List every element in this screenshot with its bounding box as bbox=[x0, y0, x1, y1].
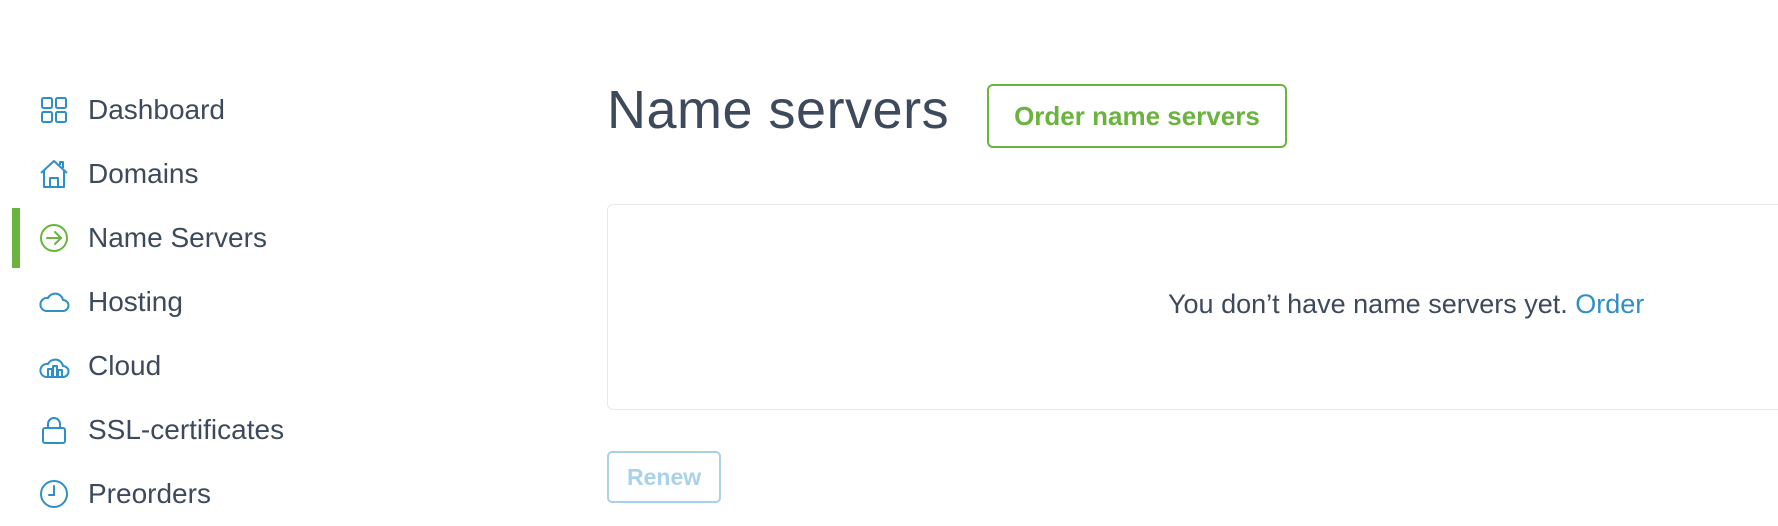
sidebar-item-dashboard[interactable]: Dashboard bbox=[0, 78, 560, 142]
sidebar-item-label: Preorders bbox=[88, 478, 211, 509]
lock-icon bbox=[38, 414, 70, 446]
house-icon bbox=[38, 158, 70, 190]
renew-button[interactable]: Renew bbox=[607, 451, 722, 503]
sidebar-item-label: Hosting bbox=[88, 286, 183, 317]
arrow-circle-icon bbox=[38, 222, 70, 254]
sidebar-item-label: Name Servers bbox=[88, 222, 267, 253]
sidebar-item-label: SSL-certificates bbox=[88, 414, 285, 445]
empty-state-text: You don’t have name servers yet. bbox=[1168, 289, 1568, 319]
order-name-servers-button[interactable]: Order name servers bbox=[987, 84, 1287, 148]
sidebar-item-label: Cloud bbox=[88, 350, 162, 381]
sidebar-item-hosting[interactable]: Hosting bbox=[0, 270, 560, 334]
main-content: Name servers Order name servers You don’… bbox=[607, 70, 1778, 503]
page-header: Name servers Order name servers bbox=[607, 70, 1778, 150]
active-indicator bbox=[12, 208, 20, 268]
page-title: Name servers bbox=[607, 80, 950, 140]
dashboard-grid-icon bbox=[38, 94, 70, 126]
clock-icon bbox=[38, 478, 70, 510]
sidebar: Dashboard Domains Name Servers Hosting C… bbox=[0, 78, 560, 526]
cloud-icon bbox=[38, 286, 70, 318]
sidebar-item-ssl-certificates[interactable]: SSL-certificates bbox=[0, 398, 560, 462]
sidebar-item-name-servers[interactable]: Name Servers bbox=[0, 206, 560, 270]
sidebar-item-domains[interactable]: Domains bbox=[0, 142, 560, 206]
sidebar-item-label: Dashboard bbox=[88, 94, 225, 125]
sidebar-item-cloud[interactable]: Cloud bbox=[0, 334, 560, 398]
empty-state-panel: You don’t have name servers yet. Order bbox=[607, 204, 1778, 410]
order-link[interactable]: Order bbox=[1575, 289, 1644, 319]
sidebar-item-label: Domains bbox=[88, 158, 199, 189]
empty-state-message: You don’t have name servers yet. Order bbox=[1168, 289, 1644, 320]
cloud-server-icon bbox=[38, 350, 70, 382]
sidebar-item-preorders[interactable]: Preorders bbox=[0, 462, 560, 526]
